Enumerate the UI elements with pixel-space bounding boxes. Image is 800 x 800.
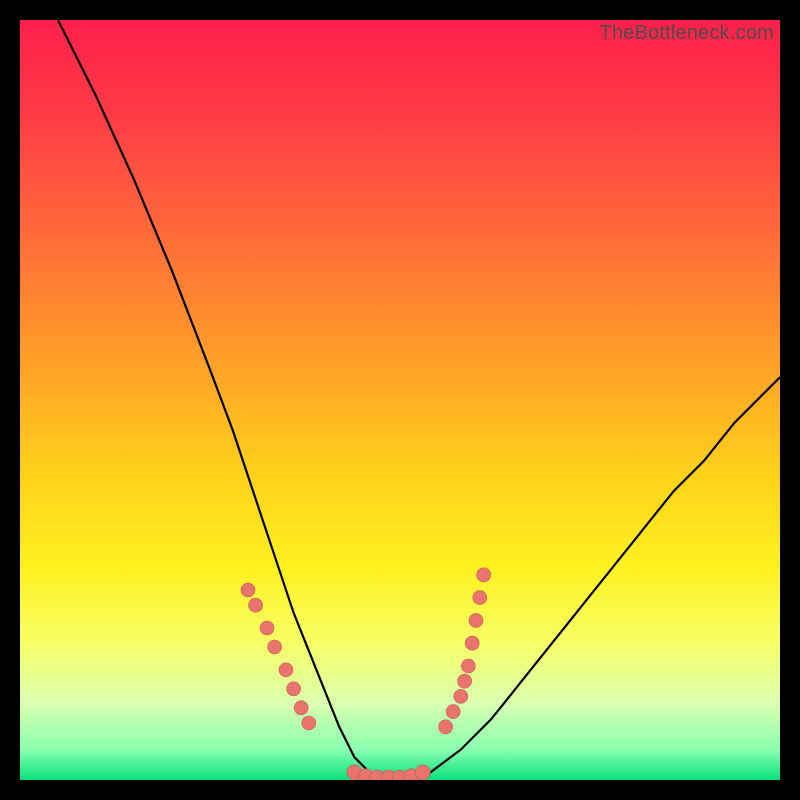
curve-marker (461, 659, 475, 673)
bottleneck-chart (20, 20, 780, 780)
curve-marker (454, 689, 468, 703)
curve-marker (465, 636, 479, 650)
curve-marker (279, 663, 293, 677)
chart-frame: TheBottleneck.com (20, 20, 780, 780)
curve-marker (294, 701, 308, 715)
curve-marker (260, 621, 274, 635)
watermark-text: TheBottleneck.com (599, 22, 774, 45)
curve-marker (415, 765, 430, 780)
curve-marker (268, 640, 282, 654)
curve-marker (473, 591, 487, 605)
curve-marker (469, 613, 483, 627)
curve-marker (458, 674, 472, 688)
curve-marker (477, 568, 491, 582)
curve-marker (287, 682, 301, 696)
curve-marker (446, 705, 460, 719)
curve-marker (302, 716, 316, 730)
chart-background (20, 20, 780, 780)
curve-marker (249, 598, 263, 612)
curve-marker (241, 583, 255, 597)
curve-marker (439, 720, 453, 734)
